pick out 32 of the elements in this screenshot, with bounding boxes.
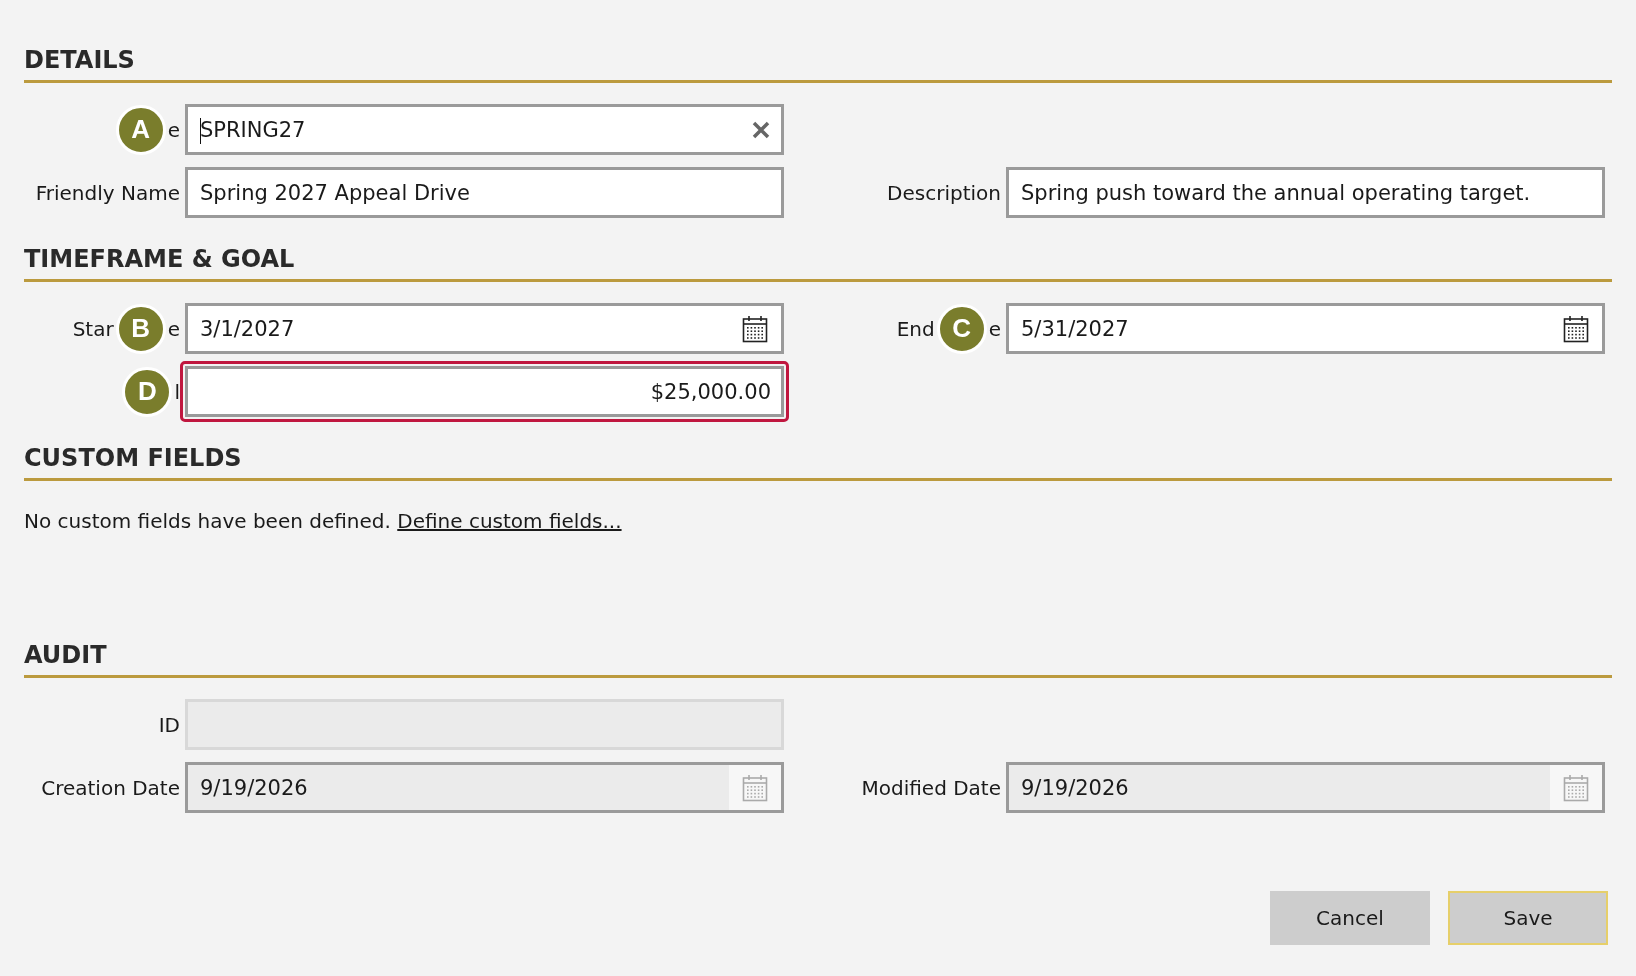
section-heading: DETAILS (24, 44, 1612, 83)
field-label: ID (158, 712, 180, 737)
field-label: e (988, 316, 1001, 341)
field-label: Modified Date (861, 775, 1001, 800)
date-field[interactable]: 3/1/2027 (185, 303, 784, 354)
field-label: End (896, 316, 935, 341)
calendar-icon[interactable] (742, 314, 768, 343)
field-label: e (167, 117, 180, 142)
input-field[interactable]: SPRING27 (185, 104, 784, 155)
field-label: Description (887, 180, 1001, 205)
field-label: e (167, 316, 180, 341)
callout-badge: D (122, 366, 173, 417)
date-field[interactable]: 5/31/2027 (1006, 303, 1605, 354)
input-field[interactable]: Spring 2027 Appeal Drive (185, 167, 784, 218)
callout-badge: A (115, 104, 166, 155)
section-heading: TIMEFRAME & GOAL (24, 243, 1612, 282)
field-label: Star (72, 316, 114, 341)
calendar-icon[interactable] (1563, 314, 1589, 343)
field-label: l (174, 379, 180, 404)
input-field[interactable]: Spring push toward the annual operating target. (1006, 167, 1605, 218)
section-heading: CUSTOM FIELDS (24, 442, 1612, 481)
input-field[interactable]: $25,000.00 (185, 366, 784, 417)
callout-badge: C (936, 303, 987, 354)
field-label: Friendly Name (35, 180, 180, 205)
callout-badge: B (115, 303, 166, 354)
field-label: Creation Date (41, 775, 180, 800)
define-link[interactable]: Define custom fields... (397, 509, 622, 533)
dialog-button[interactable]: Cancel (1270, 891, 1430, 945)
section-heading: AUDIT (24, 639, 1612, 678)
dialog-button[interactable]: Save (1448, 891, 1608, 945)
empty-message: No custom fields have been defined. Define custom fields... (24, 508, 623, 535)
clear-icon[interactable] (751, 119, 771, 140)
